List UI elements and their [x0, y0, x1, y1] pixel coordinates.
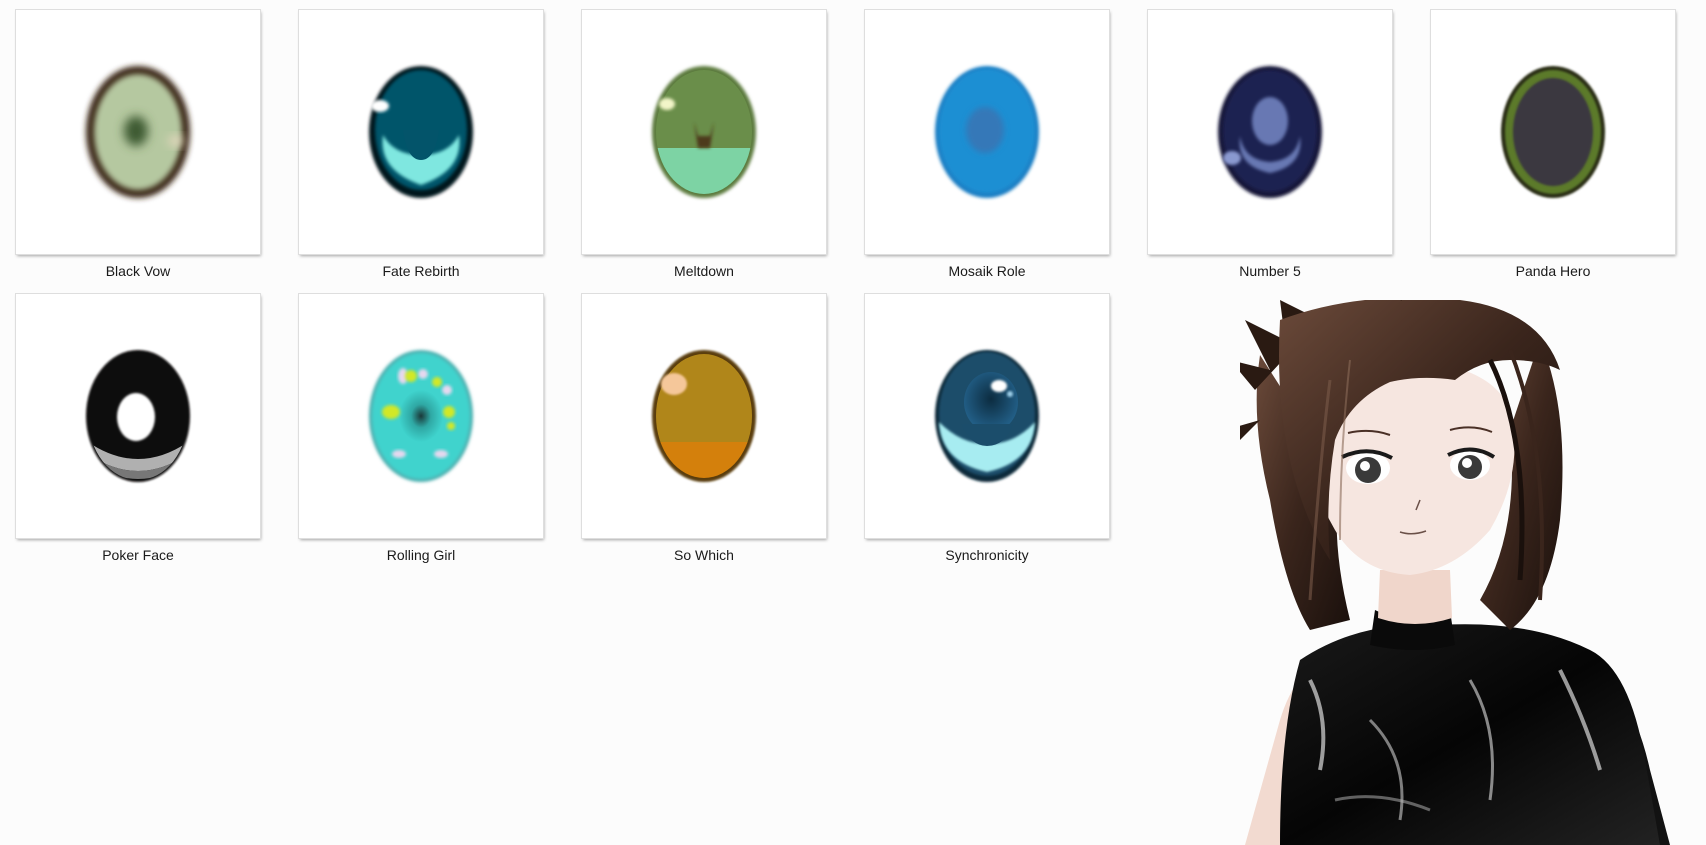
file-name: Rolling Girl	[386, 547, 456, 563]
eye-texture-rolling-girl-icon	[369, 350, 473, 482]
file-item-number-5[interactable]: Number 5	[1147, 9, 1393, 284]
file-thumbnail[interactable]	[864, 293, 1110, 539]
file-item-mosaik-role[interactable]: Mosaik Role	[864, 9, 1110, 284]
file-name: So Which	[674, 547, 734, 563]
file-item-rolling-girl[interactable]: Rolling Girl	[298, 293, 544, 568]
file-thumbnail[interactable]	[864, 9, 1110, 255]
file-item-meltdown[interactable]: Meltdown	[581, 9, 827, 284]
file-item-panda-hero[interactable]: Panda Hero	[1430, 9, 1676, 284]
file-name: Poker Face	[102, 547, 174, 563]
file-name: Mosaik Role	[948, 263, 1026, 279]
eye-texture-meltdown-icon	[652, 66, 756, 198]
file-name: Black Vow	[105, 263, 171, 279]
file-name: Fate Rebirth	[382, 263, 460, 279]
file-name: Meltdown	[674, 263, 734, 279]
file-thumbnail[interactable]	[581, 293, 827, 539]
file-thumbnail[interactable]	[298, 293, 544, 539]
eye-texture-poker-face-icon	[86, 350, 190, 482]
file-name: Synchronicity	[945, 547, 1029, 563]
file-item-synchronicity[interactable]: Synchronicity	[864, 293, 1110, 568]
file-thumbnail[interactable]	[15, 293, 261, 539]
file-thumbnail[interactable]	[581, 9, 827, 255]
file-thumbnail[interactable]	[298, 9, 544, 255]
eye-texture-number-5-icon	[1218, 66, 1322, 198]
file-thumbnail[interactable]	[15, 9, 261, 255]
file-name: Panda Hero	[1515, 263, 1591, 279]
anime-character-icon	[1240, 300, 1670, 845]
file-thumbnail[interactable]	[1430, 9, 1676, 255]
file-item-so-which[interactable]: So Which	[581, 293, 827, 568]
file-item-fate-rebirth[interactable]: Fate Rebirth	[298, 9, 544, 284]
folder-view: Black Vow Fate Rebirth Meltdown Mosaik R…	[0, 0, 1706, 845]
eye-texture-synchronicity-icon	[935, 350, 1039, 482]
file-name: Number 5	[1239, 263, 1301, 279]
eye-texture-mosaik-role-icon	[935, 66, 1039, 198]
eye-texture-so-which-icon	[652, 350, 756, 482]
file-item-poker-face[interactable]: Poker Face	[15, 293, 261, 568]
eye-texture-fate-rebirth-icon	[369, 66, 473, 198]
eye-texture-panda-hero-icon	[1501, 66, 1605, 198]
file-thumbnail[interactable]	[1147, 9, 1393, 255]
eye-texture-black-vow-icon	[86, 66, 190, 198]
character-preview-image	[1240, 300, 1706, 845]
file-item-black-vow[interactable]: Black Vow	[15, 9, 261, 284]
